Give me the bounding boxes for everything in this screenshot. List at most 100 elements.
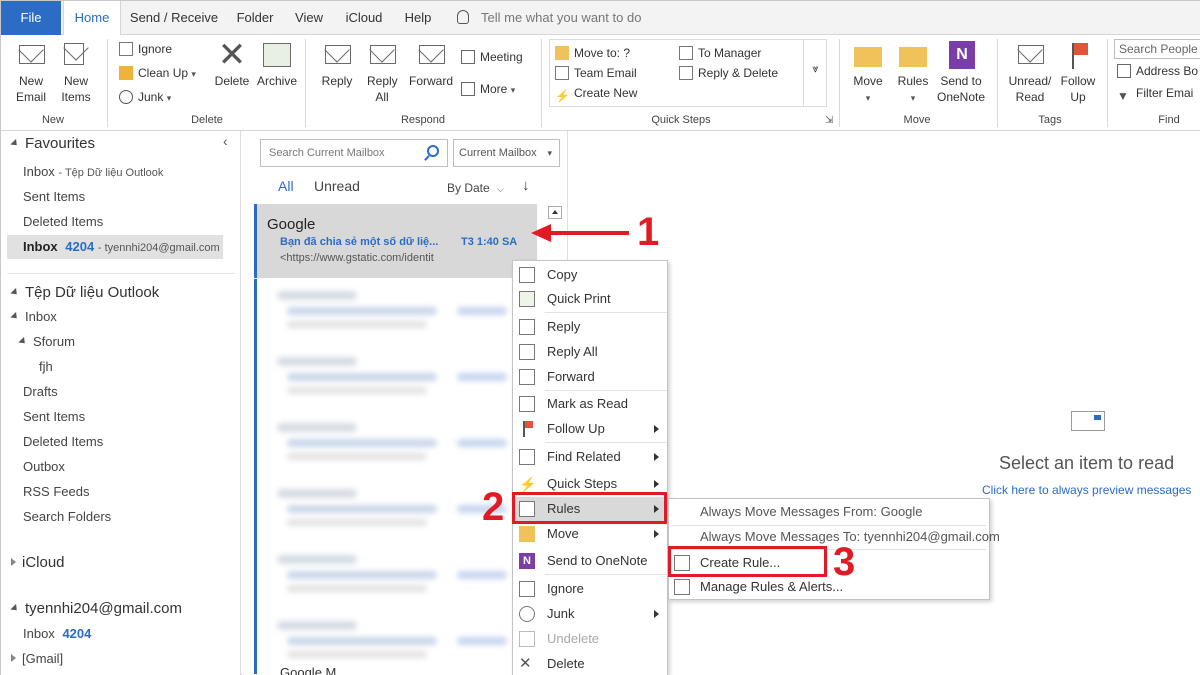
qs-team-email-label: Team Email <box>574 66 637 80</box>
quick-steps-more-button[interactable]: ⩔ <box>803 39 827 107</box>
folder-search-folders[interactable]: Search Folders <box>23 509 111 524</box>
menu-find-related[interactable]: Find Related <box>513 445 667 469</box>
search-people-input[interactable]: Search People <box>1114 39 1200 59</box>
folder-drafts[interactable]: Drafts <box>23 384 58 399</box>
meeting-button[interactable]: Meeting <box>461 47 523 67</box>
move-button[interactable]: Move ▾ <box>847 39 889 106</box>
ignore-button[interactable]: Ignore <box>119 39 172 59</box>
folder-sent-items[interactable]: Sent Items <box>23 409 85 424</box>
menu-reply[interactable]: Reply <box>513 315 667 339</box>
new-email-button[interactable]: New Email <box>9 39 53 105</box>
ribbon: New Email New Items New Ignore Clean Up … <box>1 35 1200 131</box>
submenu-arrow-icon <box>654 530 659 538</box>
expand-triangle-icon <box>10 287 20 298</box>
favourites-header[interactable]: Favourites <box>10 135 95 152</box>
filter-unread-tab[interactable]: Unread <box>314 178 360 194</box>
qs-create-new[interactable]: ⚡ Create New <box>555 83 637 103</box>
search-scope-dropdown[interactable]: Current Mailbox ▾ <box>453 139 560 167</box>
tab-send-receive[interactable]: Send / Receive <box>125 1 223 35</box>
more-label: More <box>480 82 508 96</box>
search-icon[interactable] <box>427 145 439 157</box>
address-book-button[interactable]: Address Bo <box>1117 61 1198 81</box>
sort-direction-button[interactable]: ↓ <box>522 177 530 194</box>
menu-send-to-onenote[interactable]: N Send to OneNote <box>513 549 667 573</box>
list-item[interactable] <box>267 345 517 405</box>
folder-sforum[interactable]: Sforum <box>18 334 75 349</box>
fav-inbox-account[interactable]: Inbox 4204 - tyennhi204@gmail.com <box>23 239 220 254</box>
annotation-arrow-line <box>549 231 629 235</box>
folder-rss-feeds[interactable]: RSS Feeds <box>23 484 89 499</box>
tab-folder[interactable]: Folder <box>229 1 281 35</box>
mail-icon <box>555 66 569 80</box>
blurred-message-list <box>254 279 537 674</box>
unread-read-button[interactable]: Unread/ Read <box>1005 39 1055 105</box>
submenu-always-move-from[interactable]: Always Move Messages From: Google <box>669 500 989 524</box>
send-to-onenote-button[interactable]: N Send to OneNote <box>933 39 989 105</box>
account-inbox[interactable]: Inbox 4204 <box>23 626 91 641</box>
submenu-manage-rules[interactable]: Manage Rules & Alerts... <box>669 575 989 599</box>
qs-reply-delete[interactable]: Reply & Delete <box>679 63 778 83</box>
icloud-header[interactable]: iCloud <box>11 554 65 571</box>
archive-label: Archive <box>256 74 297 88</box>
search-current-mailbox-input[interactable]: Search Current Mailbox <box>260 139 448 167</box>
tab-view[interactable]: View <box>287 1 331 35</box>
menu-junk[interactable]: Junk <box>513 602 667 626</box>
fav-inbox[interactable]: Inbox - Tệp Dữ liệu Outlook <box>23 164 163 179</box>
annotation-number-1: 1 <box>637 210 660 254</box>
folder-gmail[interactable]: [Gmail] <box>11 651 63 666</box>
follow-up-button[interactable]: Follow Up <box>1055 39 1101 105</box>
menu-reply-all[interactable]: Reply All <box>513 340 667 364</box>
clean-up-button[interactable]: Clean Up ▾ <box>119 63 196 83</box>
more-icon <box>461 82 475 96</box>
dialog-launcher-icon[interactable]: ⇲ <box>825 115 833 126</box>
tell-me-box[interactable]: Tell me what you want to do <box>457 1 641 35</box>
more-respond-button[interactable]: More ▾ <box>461 79 515 99</box>
tab-home[interactable]: Home <box>63 1 121 36</box>
search-scope-label: Current Mailbox <box>459 147 537 159</box>
list-item[interactable] <box>267 411 517 471</box>
list-item[interactable] <box>267 477 517 537</box>
tab-file[interactable]: File <box>1 1 61 35</box>
scroll-up-button[interactable] <box>548 206 562 219</box>
menu-quick-print[interactable]: Quick Print <box>513 287 667 311</box>
menu-ignore[interactable]: Ignore <box>513 577 667 601</box>
fav-deleted-items[interactable]: Deleted Items <box>23 214 103 229</box>
qs-to-manager[interactable]: To Manager <box>679 43 761 63</box>
list-item[interactable] <box>267 543 517 603</box>
menu-follow-up[interactable]: Follow Up <box>513 417 667 441</box>
folder-inbox[interactable]: Inbox <box>10 309 57 324</box>
sort-by-date-button[interactable]: By Date ⌵ <box>447 181 504 195</box>
collapse-pane-icon[interactable]: ‹ <box>223 133 228 149</box>
list-item[interactable] <box>267 609 517 669</box>
folder-fjh[interactable]: fjh <box>39 359 53 374</box>
archive-button[interactable]: Archive <box>255 39 299 89</box>
menu-copy[interactable]: Copy <box>513 263 667 287</box>
reply-all-button[interactable]: Reply All <box>361 39 403 105</box>
qs-team-email[interactable]: Team Email <box>555 63 637 83</box>
tab-help[interactable]: Help <box>397 1 439 35</box>
always-preview-link[interactable]: Click here to always preview messages <box>982 483 1191 497</box>
folder-deleted-items[interactable]: Deleted Items <box>23 434 103 449</box>
reply-button[interactable]: Reply <box>315 39 359 89</box>
filter-email-button[interactable]: ▼ Filter Emai <box>1117 83 1193 103</box>
fav-sent-items[interactable]: Sent Items <box>23 189 85 204</box>
filter-all-tab[interactable]: All <box>278 178 294 194</box>
list-item[interactable] <box>267 279 517 339</box>
rules-button[interactable]: Rules ▾ <box>893 39 933 106</box>
datafile-header[interactable]: Tệp Dữ liệu Outlook <box>10 284 159 301</box>
menu-move[interactable]: Move <box>513 522 667 546</box>
chevron-down-icon: ▾ <box>547 148 552 158</box>
qs-move-to[interactable]: Move to: ? <box>555 43 630 63</box>
expand-triangle-icon <box>10 311 20 322</box>
forward-button[interactable]: Forward <box>407 39 455 89</box>
menu-delete[interactable]: ✕ Delete <box>513 652 667 675</box>
account-header[interactable]: tyennhi204@gmail.com <box>10 600 182 617</box>
menu-forward[interactable]: Forward <box>513 365 667 389</box>
new-items-button[interactable]: New Items <box>53 39 99 105</box>
menu-mark-as-read[interactable]: Mark as Read <box>513 392 667 416</box>
tab-icloud[interactable]: iCloud <box>337 1 391 35</box>
junk-button[interactable]: Junk ▾ <box>119 87 171 107</box>
folder-outbox[interactable]: Outbox <box>23 459 65 474</box>
delete-button[interactable]: ✕ Delete <box>211 38 253 89</box>
menu-separator <box>545 390 667 391</box>
